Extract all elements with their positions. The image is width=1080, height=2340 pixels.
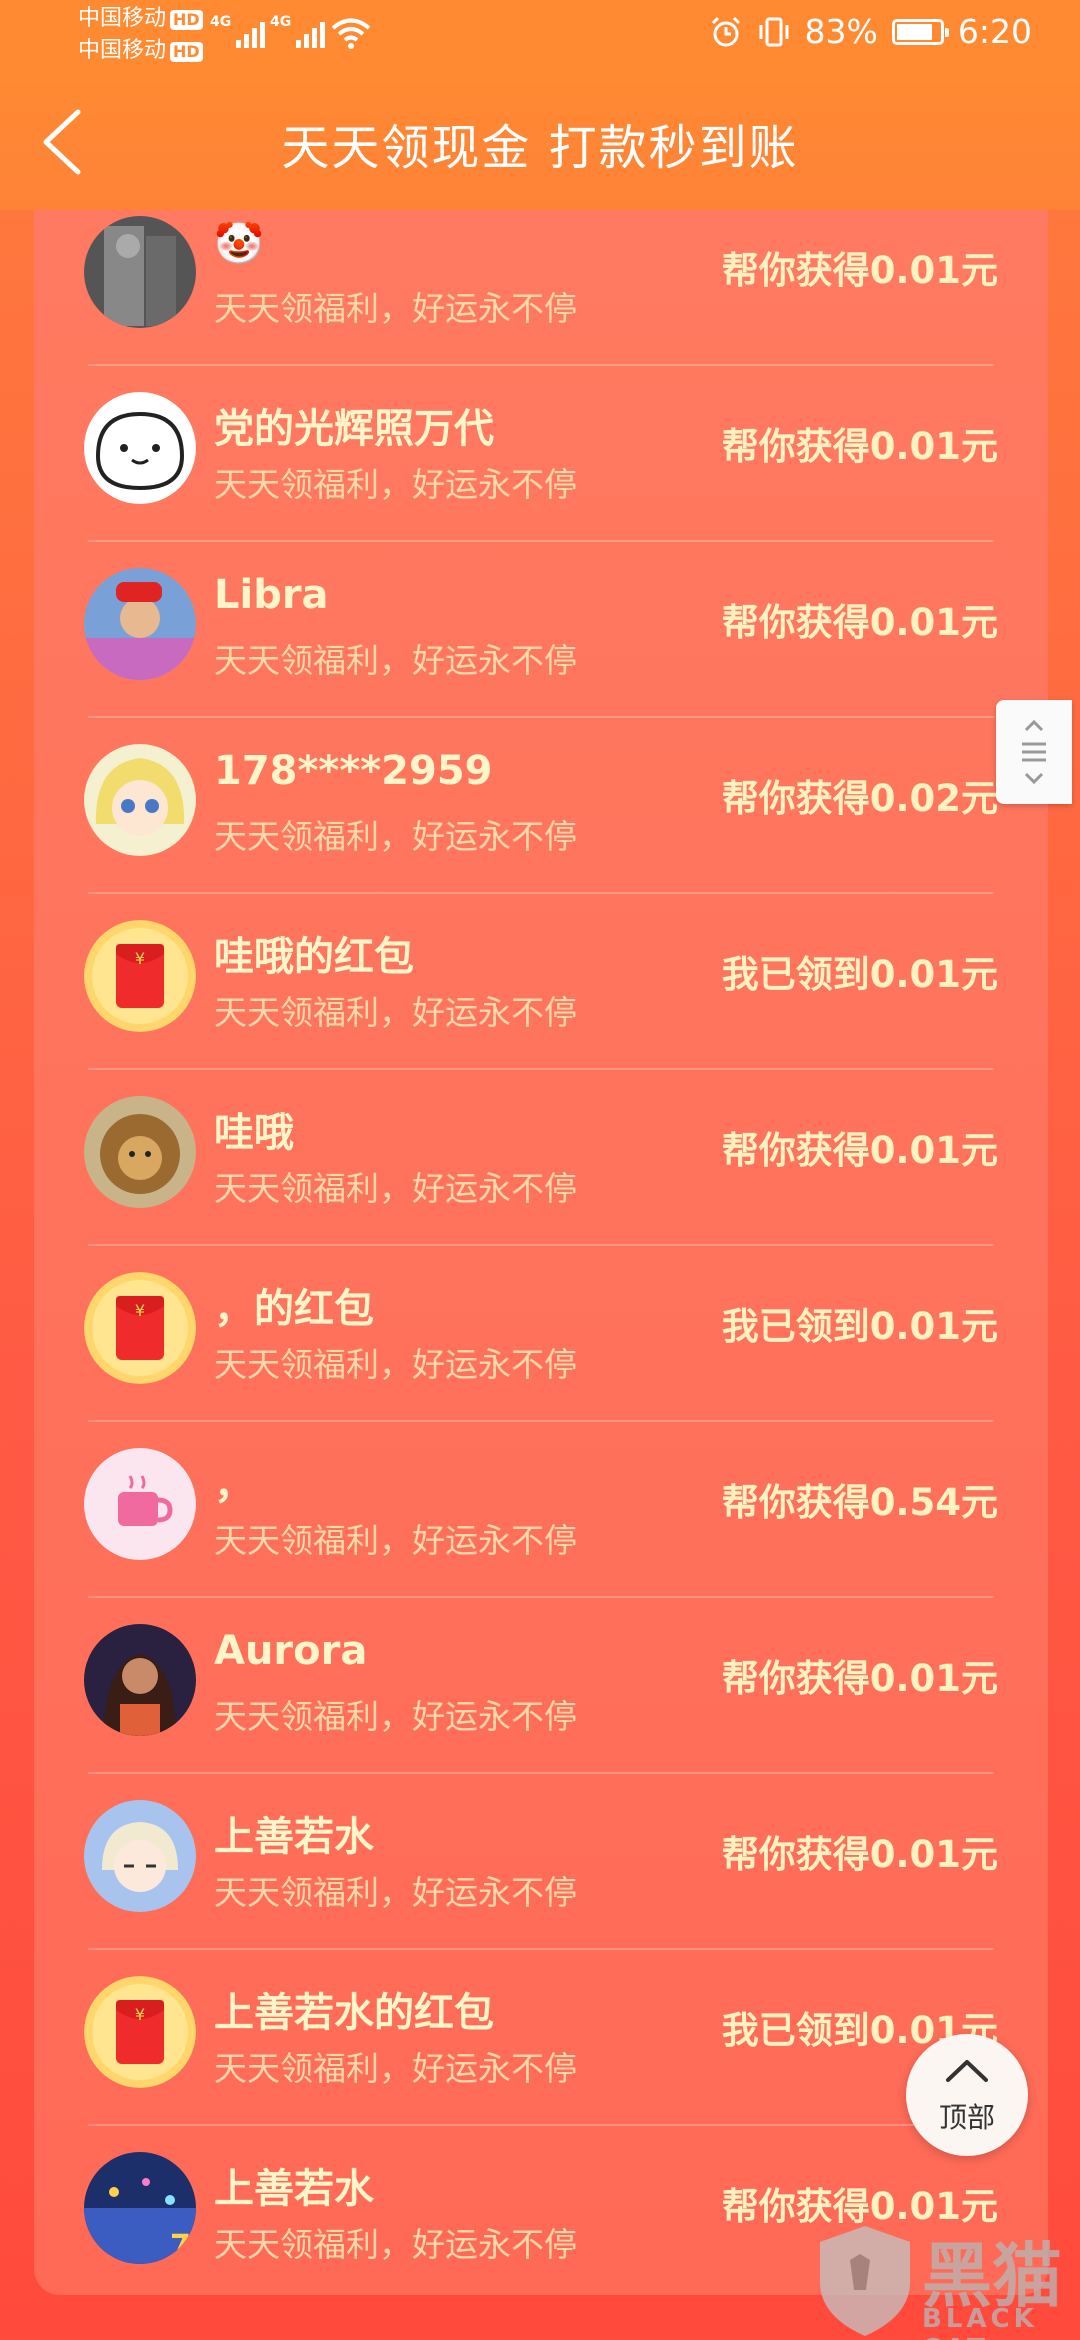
amount-label: 帮你获得0.01元 (721, 249, 998, 292)
item-subtitle: 天天领福利，好运永不停 (214, 1697, 577, 1736)
item-subtitle: 天天领福利，好运永不停 (214, 817, 577, 856)
red-envelope-icon: ¥ (84, 1272, 196, 1384)
network-tag: 4G (210, 14, 232, 30)
red-envelope-icon: ¥ (84, 920, 196, 1032)
list-item[interactable]: 党的光辉照万代天天领福利，好运永不停 帮你获得0.01元 (34, 366, 1048, 542)
item-subtitle: 天天领福利，好运永不停 (214, 289, 577, 328)
carrier-1-label: 中国移动 (78, 6, 167, 31)
amount-label: 我已领到0.01元 (721, 1305, 998, 1348)
avatar (84, 568, 196, 680)
item-subtitle: 天天领福利，好运永不停 (214, 1521, 577, 1560)
vibrate-icon (759, 17, 789, 46)
list-item[interactable]: ， 天天领福利，好运永不停 帮你获得0.54元 (34, 1422, 1048, 1598)
list-item[interactable]: ¥ ，的红包天天领福利，好运永不停 我已领到0.01元 (34, 1246, 1048, 1422)
item-subtitle: 天天领福利，好运永不停 (214, 641, 577, 680)
scroll-handle[interactable] (996, 700, 1072, 804)
item-subtitle: 天天领福利，好运永不停 (214, 2049, 577, 2088)
user-name: 🤡 (214, 221, 264, 267)
carrier-2: 中国移动 HD (78, 38, 203, 64)
amount-label: 帮你获得0.01元 (721, 1129, 998, 1172)
amount-label: 我已领到0.01元 (721, 953, 998, 996)
signal-icon: 4G (270, 14, 326, 48)
svg-text:¥: ¥ (135, 1301, 145, 1320)
amount-label: 帮你获得0.01元 (721, 1833, 998, 1876)
amount-label: 帮你获得0.54元 (721, 1481, 998, 1524)
carrier-2-label: 中国移动 (78, 38, 167, 63)
clock: 6:20 (957, 12, 1032, 51)
item-subtitle: 天天领福利，好运永不停 (214, 993, 577, 1032)
list-item[interactable]: ¥ 哇哦的红包天天领福利，好运永不停 我已领到0.01元 (34, 894, 1048, 1070)
item-subtitle: 天天领福利，好运永不停 (214, 1873, 577, 1912)
red-envelope-icon: ¥ (84, 1976, 196, 2088)
user-name: Aurora (214, 1628, 368, 1674)
item-subtitle: 天天领福利，好运永不停 (214, 465, 577, 504)
avatar (84, 1096, 196, 1208)
user-name: 上善若水 (214, 1814, 374, 1860)
amount-label: 帮你获得0.01元 (721, 1657, 998, 1700)
list-item[interactable]: Libra 天天领福利，好运永不停 帮你获得0.01元 (34, 542, 1048, 718)
avatar (84, 1800, 196, 1912)
amount-label: 帮你获得0.02元 (721, 777, 998, 820)
svg-text:¥: ¥ (135, 949, 145, 968)
item-subtitle: 天天领福利，好运永不停 (214, 2225, 577, 2264)
avatar: 7 (84, 2152, 196, 2264)
avatar (84, 216, 196, 328)
avatar (84, 1624, 196, 1736)
watermark-subtext: BLACK CAT (922, 2304, 1038, 2340)
status-bar: 中国移动 HD 中国移动 HD 4G 4G 83% 6:20 (0, 0, 1080, 72)
amount-label: 帮你获得0.01元 (721, 425, 998, 468)
user-name: Libra (214, 572, 329, 618)
list-item[interactable]: 哇哦天天领福利，好运永不停 帮你获得0.01元 (34, 1070, 1048, 1246)
user-name: 哇哦 (214, 1110, 294, 1156)
battery-percent: 83% (804, 12, 878, 51)
hd-badge: HD (170, 10, 203, 30)
list-item[interactable]: 上善若水天天领福利，好运永不停 帮你获得0.01元 (34, 1774, 1048, 1950)
list-item[interactable]: 178****2959 天天领福利，好运永不停 帮你获得0.02元 (34, 718, 1048, 894)
watermark-logo: 黑猫 BLACK CAT (810, 2220, 1080, 2340)
carrier-1: 中国移动 HD (78, 6, 203, 32)
list-item[interactable]: Aurora 天天领福利，好运永不停 帮你获得0.01元 (34, 1598, 1048, 1774)
page-title: 天天领现金 打款秒到账 (281, 120, 799, 176)
avatar (84, 392, 196, 504)
wifi-icon (331, 18, 371, 49)
status-right: 83% 6:20 (709, 12, 1032, 51)
network-tag: 4G (270, 14, 292, 30)
battery-icon (891, 18, 949, 45)
user-name: 上善若水的红包 (214, 1990, 494, 2036)
user-name: ，的红包 (214, 1286, 374, 1332)
user-name: 党的光辉照万代 (214, 406, 494, 452)
header-bar: 天天领现金 打款秒到账 (0, 72, 1080, 210)
item-subtitle: 天天领福利，好运永不停 (214, 1345, 577, 1384)
list-item[interactable]: 🤡 天天领福利，好运永不停 帮你获得0.01元 (34, 210, 1048, 366)
signal-icon: 4G (210, 14, 266, 48)
svg-text:¥: ¥ (135, 2005, 145, 2024)
avatar (84, 744, 196, 856)
shield-cat-icon (820, 2226, 910, 2336)
amount-label: 帮你获得0.01元 (721, 601, 998, 644)
user-name: ， (214, 1462, 254, 1508)
back-to-top-label: 顶部 (938, 2101, 995, 2134)
user-name: 上善若水 (214, 2166, 374, 2212)
helper-list: 🤡 天天领福利，好运永不停 帮你获得0.01元 党的光辉照万代 天天领福利，好运永不停帮… (34, 210, 1048, 2295)
user-name: 哇哦的红包 (214, 934, 414, 980)
item-subtitle: 天天领福利，好运永不停 (214, 1169, 577, 1208)
svg-text:7: 7 (170, 2229, 191, 2264)
user-name: 178****2959 (214, 748, 493, 794)
list-item[interactable]: ¥ 上善若水的红包 天天领福利，好运永不停 我已领到0.01元 (34, 1950, 1048, 2126)
back-to-top-button[interactable]: 顶部 (906, 2034, 1028, 2156)
chevron-up-icon (946, 2060, 988, 2082)
avatar (84, 1448, 196, 1560)
drag-handle-icon (1022, 719, 1046, 785)
alarm-icon (711, 16, 740, 46)
hd-badge: HD (170, 42, 203, 62)
